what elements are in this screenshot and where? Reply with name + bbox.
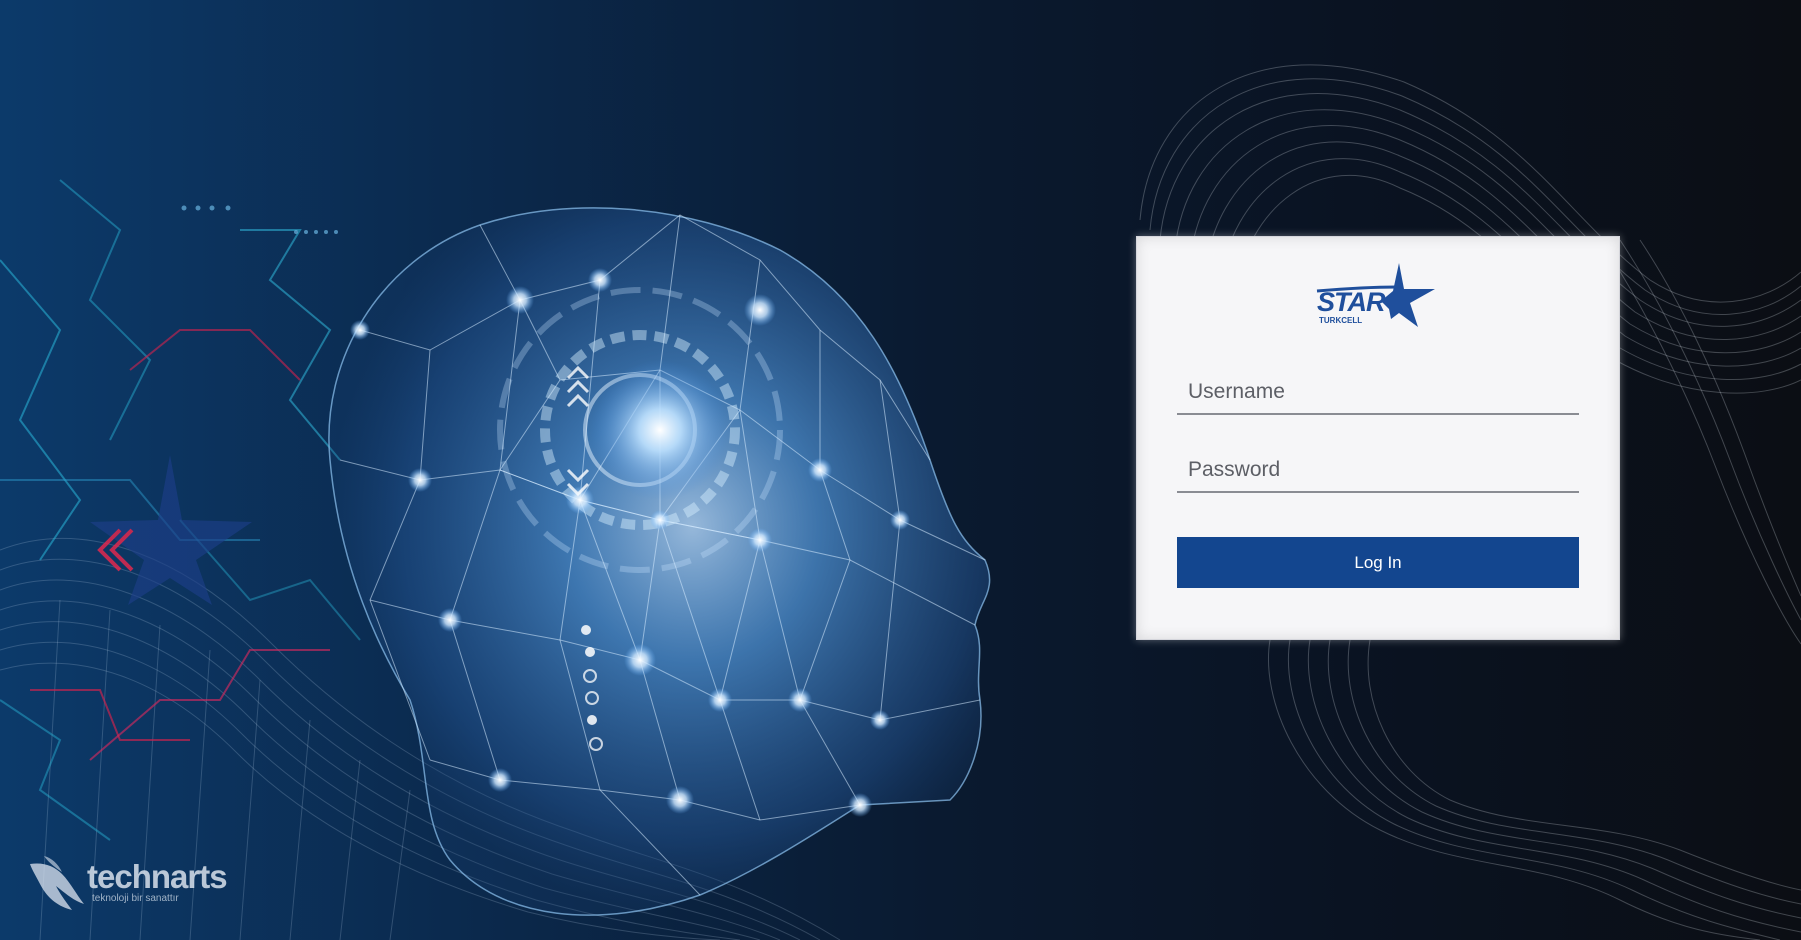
star-logo-icon: STAR TURKCELL [1316, 263, 1435, 327]
password-field [1177, 449, 1579, 493]
technarts-tagline: teknoloji bir sanattır [92, 893, 179, 904]
password-input[interactable] [1177, 449, 1579, 491]
bird-logo-icon [30, 856, 84, 910]
username-input[interactable] [1177, 371, 1579, 413]
svg-text:TURKCELL: TURKCELL [1319, 316, 1362, 325]
svg-text:STAR: STAR [1317, 287, 1386, 317]
technarts-wordmark: technarts [87, 858, 228, 895]
technarts-logo: technarts teknoloji bir sanattır [26, 852, 228, 916]
login-button[interactable]: Log In [1177, 537, 1579, 588]
login-card: STAR TURKCELL Log In [1136, 236, 1620, 640]
login-page: STAR TURKCELL Log In technarts teknoloji… [0, 0, 1801, 940]
username-field [1177, 371, 1579, 415]
star-watermark-graphic [90, 455, 252, 605]
ai-head-graphic [328, 207, 991, 916]
